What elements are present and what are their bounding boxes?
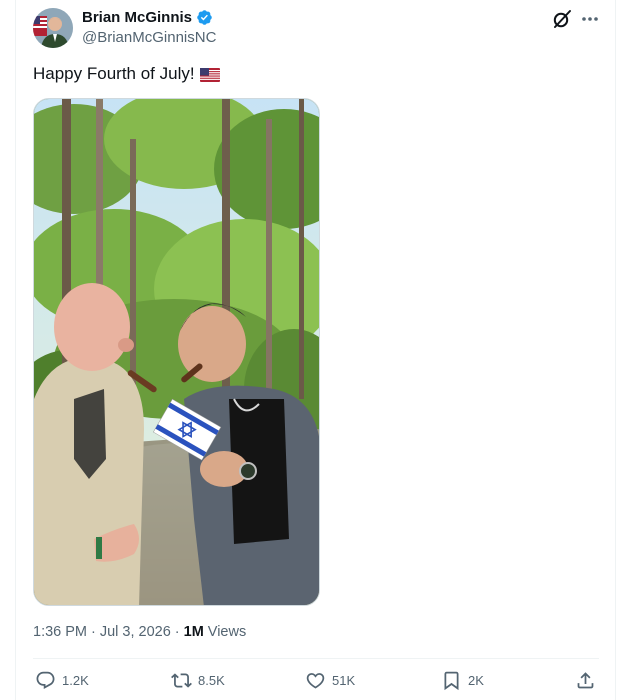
timeline-border-right: [615, 0, 616, 700]
tweet-text: Happy Fourth of July!: [33, 64, 220, 84]
tweet-media-image[interactable]: [33, 98, 320, 606]
like-button[interactable]: 51K: [305, 670, 355, 691]
tweet-metadata: 1:36 PM · Jul 3, 2026 · 1M Views: [33, 624, 246, 640]
tweet-time[interactable]: 1:36 PM: [33, 624, 87, 640]
grok-icon[interactable]: [552, 9, 572, 29]
reply-icon: [36, 671, 55, 689]
heart-icon: [306, 673, 325, 689]
repost-icon: [171, 673, 192, 688]
views-label: Views: [207, 624, 247, 640]
reply-count: 1.2K: [62, 673, 89, 688]
verified-badge-icon: [196, 9, 213, 26]
views-count: 1M: [183, 624, 204, 640]
meta-separator: ·: [174, 624, 180, 640]
meta-separator: ·: [91, 624, 96, 640]
reply-button[interactable]: 1.2K: [35, 670, 89, 691]
tweet-date[interactable]: Jul 3, 2026: [100, 624, 171, 640]
avatar[interactable]: [33, 8, 73, 48]
bookmark-count: 2K: [468, 673, 484, 688]
repost-count: 8.5K: [198, 673, 225, 688]
tweet-text-content: Happy Fourth of July!: [33, 64, 195, 83]
author-name-row[interactable]: Brian McGinnis: [82, 9, 213, 26]
bookmark-button[interactable]: 2K: [441, 670, 484, 691]
us-flag-icon: [199, 67, 220, 82]
share-button[interactable]: [575, 670, 596, 691]
like-count: 51K: [332, 673, 356, 688]
author-handle[interactable]: @BrianMcGinnisNC: [82, 29, 216, 46]
author-display-name[interactable]: Brian McGinnis: [82, 9, 192, 26]
action-divider: [33, 658, 599, 659]
bookmark-icon: [444, 671, 459, 691]
tweet-card[interactable]: Brian McGinnis @BrianMcGinnisNC Happy Fo…: [16, 0, 615, 700]
tweet-actions-bar: 1.2K 8.5K 51K 2K: [33, 670, 601, 694]
more-options-icon[interactable]: [579, 9, 601, 29]
share-icon: [577, 672, 594, 689]
repost-button[interactable]: 8.5K: [171, 670, 225, 691]
